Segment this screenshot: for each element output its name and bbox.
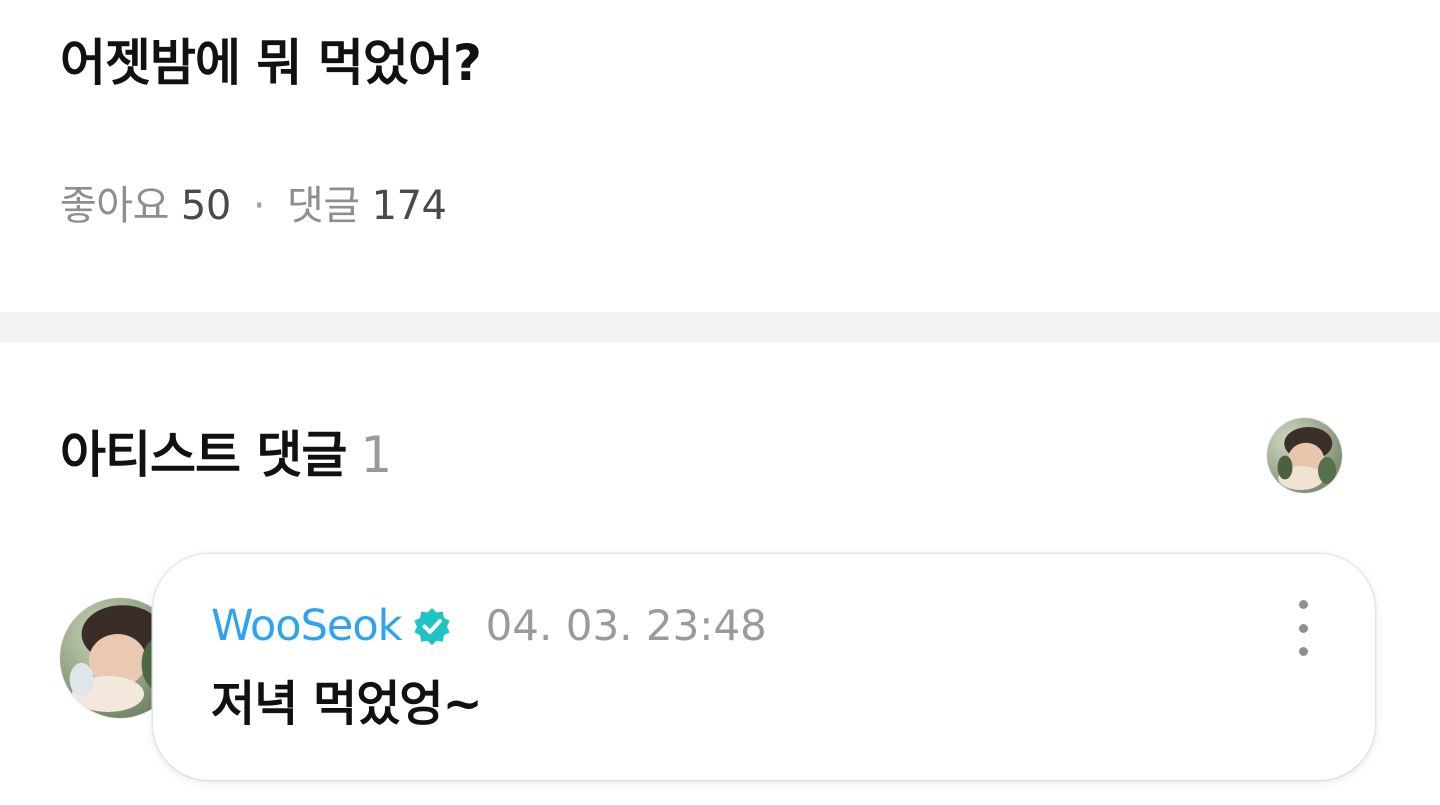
comment-text: 저녁 먹었엉~ [211, 676, 483, 732]
likes-label: 좋아요 [60, 183, 169, 229]
section-divider [0, 312, 1440, 342]
likes-count: 50 [180, 183, 231, 229]
artist-avatar-icon[interactable] [1267, 418, 1342, 493]
comments-count: 174 [371, 183, 447, 229]
comments-label: 댓글 [287, 183, 360, 229]
comment-header: WooSeok 04. 03. 23:48 [211, 598, 767, 654]
more-dot [1298, 623, 1308, 633]
stats-separator: · [252, 183, 266, 229]
more-vertical-icon[interactable] [1287, 600, 1319, 656]
artist-comments-count: 1 [360, 426, 392, 484]
artist-comment-card: WooSeok 04. 03. 23:48 저녁 먹었엉~ [153, 554, 1375, 780]
post-stats: 좋아요 50 · 댓글 174 [60, 180, 447, 232]
verified-badge-icon [412, 606, 452, 646]
more-dot [1298, 647, 1308, 656]
artist-comments-label: 아티스트 댓글 [60, 426, 347, 484]
more-dot [1298, 600, 1308, 609]
comment-timestamp: 04. 03. 23:48 [485, 601, 767, 650]
artist-comments-title: 아티스트 댓글 1 [60, 420, 392, 490]
post-title: 어젯밤에 뭐 먹었어? [60, 34, 482, 92]
comment-author-name[interactable]: WooSeok [211, 598, 403, 654]
